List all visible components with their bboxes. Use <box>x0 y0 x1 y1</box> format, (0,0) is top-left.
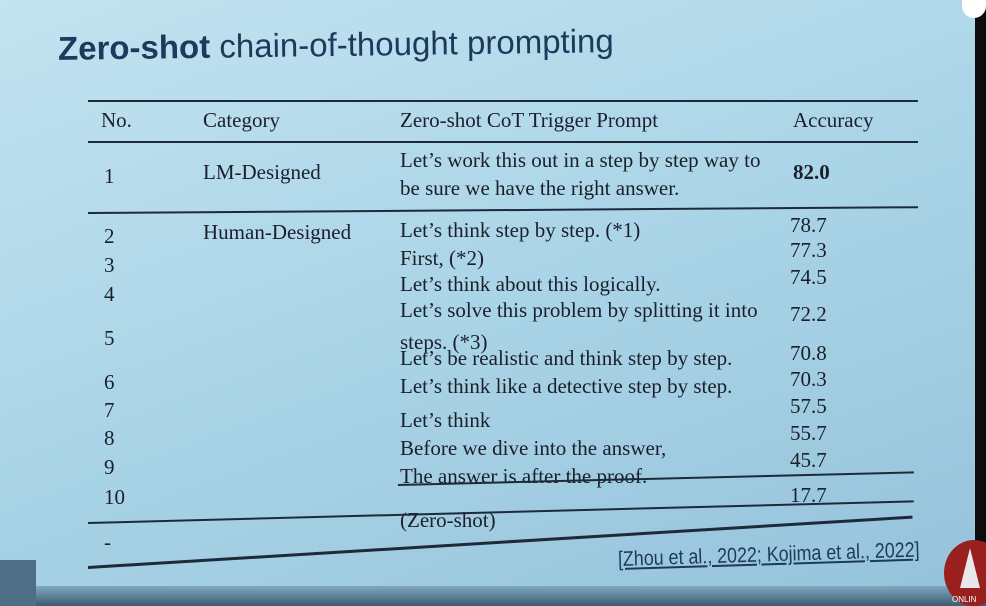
row-10-no: 10 <box>104 485 125 509</box>
row-3-accuracy: 77.3 <box>790 238 827 262</box>
row-zeroshot-no: - <box>104 530 111 554</box>
slide-title: Zero-shot chain-of-thought prompting <box>58 22 614 68</box>
row-4-no: 4 <box>104 282 115 306</box>
header-category: Category <box>203 108 280 132</box>
row-5-no: 5 <box>104 326 115 350</box>
row-1-prompt-line2: be sure we have the right answer. <box>400 176 680 200</box>
row-8-prompt: Let’s think <box>400 408 491 432</box>
row-7-prompt: Let’s think like a detective step by ste… <box>400 374 733 398</box>
zeroshot-rule <box>87 500 914 524</box>
slide: Zero-shot chain-of-thought prompting No.… <box>0 0 975 606</box>
row-1-category: LM-Designed <box>203 160 321 184</box>
header-no: No. <box>101 108 132 132</box>
row-7-no: 7 <box>104 398 115 422</box>
screen-bottom <box>0 586 986 606</box>
row-9-prompt: Before we dive into the answer, <box>400 436 667 460</box>
row-7-accuracy: 70.3 <box>790 367 827 391</box>
row-4-prompt: Let’s think about this logically. <box>400 272 661 296</box>
row-5-prompt-line1: Let’s solve this problem by splitting it… <box>400 298 758 322</box>
row-2-prompt: Let’s think step by step. (*1) <box>400 218 641 242</box>
title-rest: chain-of-thought prompting <box>209 22 614 65</box>
row-10-accuracy: 45.7 <box>790 448 827 472</box>
tree-icon <box>960 548 980 588</box>
row-9-no: 9 <box>104 455 115 479</box>
row-1-accuracy: 82.0 <box>793 160 830 184</box>
row-2-category: Human-Designed <box>203 220 352 244</box>
screen-edge <box>975 0 986 606</box>
header-prompt: Zero-shot CoT Trigger Prompt <box>400 108 659 132</box>
row-3-no: 3 <box>104 253 115 277</box>
row-5-accuracy: 72.2 <box>790 302 827 326</box>
row-2-no: 2 <box>104 224 115 248</box>
row-8-accuracy: 57.5 <box>790 394 827 418</box>
row-6-prompt: Let’s be realistic and think step by ste… <box>400 346 733 370</box>
row-4-accuracy: 74.5 <box>790 265 827 289</box>
row-1-no: 1 <box>104 164 115 188</box>
row-9-accuracy: 55.7 <box>790 421 827 445</box>
table-top-rule <box>88 100 918 102</box>
row-6-accuracy: 70.8 <box>790 341 827 365</box>
row-2-accuracy: 78.7 <box>790 213 827 237</box>
row-8-no: 8 <box>104 426 115 450</box>
screen-corner <box>0 560 36 606</box>
row-10-prompt: The answer is after the proof. <box>400 464 648 488</box>
title-bold: Zero-shot <box>57 27 211 67</box>
row-6-no: 6 <box>104 370 115 394</box>
header-accuracy: Accuracy <box>793 108 874 132</box>
row-3-prompt: First, (*2) <box>400 246 484 270</box>
row-1-prompt-line1: Let’s work this out in a step by step wa… <box>400 148 761 172</box>
citation: [Zhou et al., 2022; Kojima et al., 2022] <box>617 538 920 571</box>
header-rule <box>88 141 918 143</box>
